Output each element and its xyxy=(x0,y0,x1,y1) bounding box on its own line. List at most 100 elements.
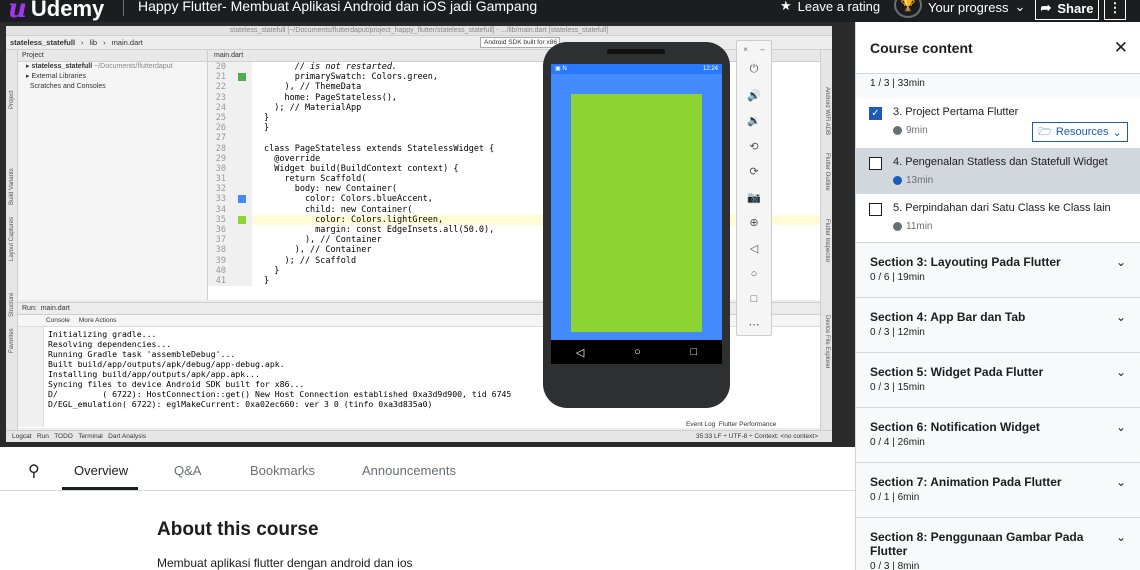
code-text: color: Colors.blueAccent, xyxy=(264,194,433,205)
lecture-checkbox[interactable] xyxy=(869,203,882,216)
trophy-icon: 🏆 xyxy=(894,0,922,18)
section-title: Section 5: Widget Pada Flutter xyxy=(870,365,1044,379)
close-icon[interactable]: ✕ xyxy=(1114,38,1128,58)
tool-label[interactable]: Build Variants xyxy=(9,168,15,205)
phone-status-bar: ▣ N 12:24 xyxy=(551,64,722,74)
play-icon xyxy=(893,126,902,135)
line-number: 37 xyxy=(208,235,232,246)
udemy-logo[interactable]: u Udemy xyxy=(8,0,104,24)
project-tree-item[interactable]: ▸ stateless_statefull ~/Documents/flutte… xyxy=(18,62,207,72)
emulator-screen[interactable]: ▣ N 12:24 ◁ ○ □ xyxy=(551,64,722,364)
run-tab[interactable]: main.dart xyxy=(41,305,70,312)
section-item[interactable]: Section 4: App Bar dan Tab 0 / 3 | 12min… xyxy=(856,297,1140,352)
bottom-tab[interactable]: TODO xyxy=(54,433,73,440)
gutter xyxy=(232,265,252,276)
section-item[interactable]: Section 7: Animation Pada Flutter 0 / 1 … xyxy=(856,462,1140,517)
bottom-tab[interactable]: Run xyxy=(37,433,49,440)
android-emulator[interactable]: ▣ N 12:24 ◁ ○ □ xyxy=(543,42,730,408)
breadcrumb-lib[interactable]: lib xyxy=(90,38,98,47)
leave-rating-button[interactable]: ★ Leave a rating xyxy=(780,0,880,14)
lecture-item[interactable]: ✓ 3. Project Pertama Flutter 9min 🗁 Resou… xyxy=(856,98,1140,148)
lecture-title: 4. Pengenalan Statless dan Statefull Wid… xyxy=(893,156,1108,168)
chevron-down-icon: ⌄ xyxy=(1115,310,1126,324)
overview-icon[interactable]: □ xyxy=(737,287,771,313)
gutter xyxy=(232,204,252,215)
section-meta: 1 / 3 | 33min xyxy=(856,74,1140,98)
gutter xyxy=(232,184,252,195)
section-item[interactable]: Section 3: Layouting Pada Flutter 0 / 6 … xyxy=(856,242,1140,297)
resources-button[interactable]: 🗁 Resources ⌄ xyxy=(1032,122,1128,142)
home-icon[interactable]: ○ xyxy=(737,261,771,287)
volume-down-icon[interactable]: 🔉 xyxy=(737,108,771,134)
tool-label[interactable]: Device File Explorer xyxy=(824,315,830,369)
recent-nav-icon[interactable]: □ xyxy=(690,346,697,358)
code-text: } xyxy=(264,112,270,123)
volume-up-icon[interactable]: 🔊 xyxy=(737,83,771,109)
video-player[interactable]: stateless_statefull [~/Documents/flutter… xyxy=(0,22,855,447)
tab-qa[interactable]: Q&A xyxy=(174,463,201,478)
bottom-tab[interactable]: Terminal xyxy=(78,433,103,440)
code-text: class PageStateless extends StatelessWid… xyxy=(264,143,495,154)
project-tree-item[interactable]: Scratches and Consoles xyxy=(18,82,207,92)
lecture-checkbox[interactable] xyxy=(869,157,882,170)
tool-label[interactable]: Android WiFi ADB xyxy=(824,87,830,135)
camera-icon[interactable]: 📷 xyxy=(737,185,771,211)
progress-button[interactable]: 🏆 Your progress ⌄ xyxy=(894,0,1025,18)
lecture-item[interactable]: 5. Perpindahan dari Satu Class ke Class … xyxy=(856,194,1140,242)
share-button[interactable]: ➦ Share xyxy=(1035,0,1099,20)
tab-overview[interactable]: Overview xyxy=(74,463,128,478)
ide-window-title: stateless_statefull [~/Documents/flutter… xyxy=(6,26,832,36)
section-item[interactable]: Section 8: Penggunaan Gambar Pada Flutte… xyxy=(856,517,1140,570)
section-item[interactable]: Section 6: Notification Widget 0 / 4 | 2… xyxy=(856,407,1140,462)
phone-nav-bar: ◁ ○ □ xyxy=(551,340,722,364)
tool-label[interactable]: Structure xyxy=(9,293,15,317)
chevron-down-icon: ⌄ xyxy=(1014,0,1026,14)
breadcrumb-project[interactable]: stateless_statefull xyxy=(10,38,75,47)
rotate-left-icon[interactable]: ⟲ xyxy=(737,134,771,160)
minimize-icon[interactable]: – xyxy=(760,45,764,54)
tab-bookmarks[interactable]: Bookmarks xyxy=(250,463,315,478)
close-icon[interactable]: × xyxy=(743,45,748,54)
chevron-down-icon: ⌄ xyxy=(1115,365,1126,379)
console-line: Resolving dependencies... xyxy=(48,339,172,349)
lecture-title: 3. Project Pertama Flutter xyxy=(893,106,1019,118)
event-log[interactable]: Event Log Flutter Performance xyxy=(686,419,776,431)
breadcrumb-file[interactable]: main.dart xyxy=(112,38,143,47)
code-text: // is not restarted. xyxy=(264,62,398,72)
zoom-icon[interactable]: ⊕ xyxy=(737,210,771,236)
home-nav-icon[interactable]: ○ xyxy=(634,346,641,358)
section-item[interactable]: Section 5: Widget Pada Flutter 0 / 3 | 1… xyxy=(856,352,1140,407)
tool-label[interactable]: Flutter Inspector xyxy=(824,219,830,262)
bottom-tab[interactable]: Dart Analysis xyxy=(108,433,146,440)
back-icon[interactable]: ◁ xyxy=(737,236,771,262)
share-icon: ➦ xyxy=(1040,0,1052,15)
code-text: @override xyxy=(264,153,321,164)
search-icon[interactable]: ⚲ xyxy=(28,461,40,481)
run-side-buttons[interactable] xyxy=(18,327,44,427)
rotate-right-icon[interactable]: ⟳ xyxy=(737,159,771,185)
gutter xyxy=(232,143,252,154)
lecture-checkbox[interactable]: ✓ xyxy=(869,107,882,120)
line-number: 34 xyxy=(208,204,232,215)
top-bar: u Udemy Happy Flutter- Membuat Aplikasi A… xyxy=(0,0,1140,24)
more-actions[interactable]: More Actions xyxy=(79,317,117,324)
code-text: ), // Container xyxy=(264,245,372,256)
tool-label[interactable]: Flutter Outline xyxy=(824,153,830,191)
console-line: D/ ( 6722): HostConnection::get() New Ho… xyxy=(48,389,512,399)
more-options-button[interactable]: ⋮ xyxy=(1104,0,1126,20)
ide-status-bar: Logcat Run TODO Terminal Dart Analysis E… xyxy=(6,421,832,442)
more-icon[interactable]: ⋯ xyxy=(737,312,771,338)
project-panel-header[interactable]: Project xyxy=(18,50,207,62)
back-nav-icon[interactable]: ◁ xyxy=(576,346,584,359)
console-line: Installing build/app/outputs/apk/app.apk… xyxy=(48,369,260,379)
console-tab[interactable]: Console xyxy=(46,317,70,324)
project-tree-item[interactable]: ▸ External Libraries xyxy=(18,72,207,82)
lecture-item-current[interactable]: 4. Pengenalan Statless dan Statefull Wid… xyxy=(856,148,1140,194)
tool-label[interactable]: Favorites xyxy=(9,328,15,353)
tool-label[interactable]: Layout Captures xyxy=(9,217,15,261)
device-selector[interactable]: Android SDK built for x86 xyxy=(480,37,560,48)
tool-label[interactable]: Project xyxy=(9,90,15,109)
power-icon[interactable]: ⏻ xyxy=(737,57,771,83)
tab-announcements[interactable]: Announcements xyxy=(362,463,456,478)
bottom-tab[interactable]: Logcat xyxy=(12,433,32,440)
